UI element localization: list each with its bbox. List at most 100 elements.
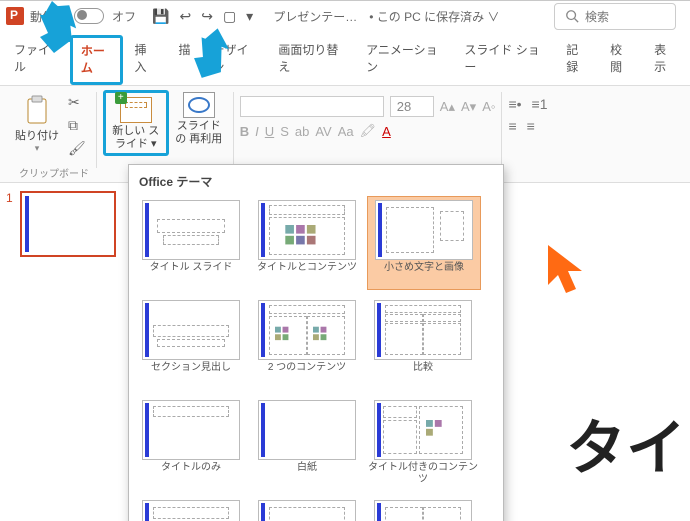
change-case-icon[interactable]: Aa <box>338 124 354 139</box>
layout-option-4[interactable]: 2 つのコンテンツ <box>251 296 363 390</box>
font-group: 28 A▴ A▾ A◦ B I U S ab AV Aa 🖍 A <box>240 96 496 139</box>
ribbon-tabs: ファイル ホーム 挿入 描 デザイン 画面切り替え アニメーション スライド シ… <box>0 31 690 86</box>
layout-thumb <box>258 200 356 260</box>
layout-thumb <box>258 500 356 521</box>
tab-insert[interactable]: 挿入 <box>125 35 167 85</box>
tab-view[interactable]: 表示 <box>644 35 686 85</box>
reuse-slides-button[interactable]: スライドの 再利用 <box>171 90 227 148</box>
search-icon <box>565 9 579 23</box>
group-separator-2 <box>233 92 234 168</box>
slide-thumbnails-pane[interactable]: 1 <box>0 183 133 521</box>
align-left-icon[interactable]: ≡ <box>508 118 516 134</box>
highlight-box-newslide: + 新しい スライド ▾ <box>103 90 169 156</box>
font-family-select[interactable] <box>240 96 384 117</box>
layout-label: タイトル スライド <box>150 262 233 286</box>
spacing-icon[interactable]: AV <box>315 124 331 139</box>
layout-option-1[interactable]: タイトルとコンテンツ <box>251 196 363 290</box>
layout-label: タイトルとコンテンツ <box>257 262 357 286</box>
layout-option-10[interactable] <box>251 496 363 521</box>
layout-thumb <box>142 200 240 260</box>
format-painter-icon[interactable]: 🖌 <box>68 140 86 157</box>
numbering-icon[interactable]: ≡1 <box>532 96 548 112</box>
layout-option-9[interactable] <box>135 496 247 521</box>
font-color-icon[interactable]: A <box>382 124 391 139</box>
save-status[interactable]: • この PC に保存済み ∨ <box>369 8 499 25</box>
new-slide-button[interactable]: + 新しい スライド ▾ <box>108 95 164 153</box>
decrease-font-icon[interactable]: A▾ <box>461 99 476 115</box>
align-center-icon[interactable]: ≡ <box>527 118 535 134</box>
layout-label: 小さめ文字と画像 <box>384 262 464 286</box>
layout-option-5[interactable]: 比較 <box>367 296 479 390</box>
tab-review[interactable]: 校閲 <box>600 35 642 85</box>
layout-option-3[interactable]: セクション見出し <box>135 296 247 390</box>
layout-thumb <box>258 400 356 460</box>
title-bar: 動保存 オフ 💾 ↩ ↪ ▢ ▾ プレゼンテー… • この PC に保存済み ∨… <box>0 1 690 31</box>
layout-thumb <box>142 400 240 460</box>
annotation-arrow-newslide <box>184 27 234 83</box>
qat-dropdown-icon[interactable]: ▾ <box>246 8 253 25</box>
autosave-state: オフ <box>112 8 136 25</box>
clear-format-icon[interactable]: A◦ <box>482 99 495 114</box>
new-slide-layout-dropdown: Office テーマ タイトル スライドタイトルとコンテンツ 小さめ文字と画像セク… <box>128 164 504 521</box>
highlight-box-home: ホーム <box>70 35 123 85</box>
tab-animations[interactable]: アニメーション <box>356 35 452 85</box>
paste-label: 貼り付け <box>15 127 59 143</box>
layout-option-8[interactable]: タイトル付きのコンテンツ <box>367 396 479 490</box>
layout-label: 2 つのコンテンツ <box>268 362 346 386</box>
bullets-icon[interactable]: ≡• <box>508 96 521 112</box>
layout-option-0[interactable]: タイトル スライド <box>135 196 247 290</box>
copy-icon[interactable]: ⧉ <box>68 117 86 134</box>
group-separator-3 <box>501 92 502 168</box>
tab-slideshow[interactable]: スライド ショー <box>454 35 554 85</box>
highlight-icon[interactable]: 🖍 <box>360 123 377 139</box>
layout-thumb <box>142 300 240 360</box>
thumbnail-row[interactable]: 1 <box>6 191 126 257</box>
group-separator <box>96 92 97 168</box>
autosave-toggle[interactable] <box>74 8 104 24</box>
dropdown-theme-title: Office テーマ <box>135 171 497 196</box>
layout-label: タイトル付きのコンテンツ <box>367 462 479 486</box>
redo-icon[interactable]: ↪ <box>201 8 213 25</box>
slide-thumbnail-1[interactable] <box>20 191 116 257</box>
title-placeholder-text[interactable]: タイ <box>566 400 686 487</box>
clipboard-group-label: クリップボード <box>0 165 108 180</box>
search-placeholder: 検索 <box>585 8 609 25</box>
undo-icon[interactable]: ↩ <box>179 8 191 25</box>
strikethrough-icon[interactable]: S <box>280 124 289 139</box>
clipboard-icon <box>24 95 50 125</box>
document-name: プレゼンテー… <box>273 8 357 25</box>
layout-label: 白紙 <box>297 462 317 486</box>
font-size-select[interactable]: 28 <box>390 96 434 117</box>
layout-label: 比較 <box>413 362 433 386</box>
layout-thumb <box>375 200 473 260</box>
search-box[interactable]: 検索 <box>554 3 676 30</box>
cut-icon[interactable]: ✂ <box>68 94 86 111</box>
quick-access-toolbar: 💾 ↩ ↪ ▢ ▾ <box>152 8 253 25</box>
italic-icon[interactable]: I <box>255 124 259 139</box>
layout-thumb <box>374 500 472 521</box>
present-icon[interactable]: ▢ <box>223 8 236 25</box>
tab-record[interactable]: 記録 <box>556 35 598 85</box>
new-slide-icon: + <box>120 97 152 123</box>
increase-font-icon[interactable]: A▴ <box>440 99 455 115</box>
layout-option-7[interactable]: 白紙 <box>251 396 363 490</box>
layout-option-11[interactable] <box>367 496 479 521</box>
shadow-icon[interactable]: ab <box>295 124 309 139</box>
app-window: 動保存 オフ 💾 ↩ ↪ ▢ ▾ プレゼンテー… • この PC に保存済み ∨… <box>0 0 690 521</box>
layout-gallery: タイトル スライドタイトルとコンテンツ 小さめ文字と画像セクション見出し 2 つのコ… <box>135 196 497 521</box>
layout-option-6[interactable]: タイトルのみ <box>135 396 247 490</box>
layout-option-2[interactable]: 小さめ文字と画像 <box>367 196 481 290</box>
save-icon[interactable]: 💾 <box>152 8 169 25</box>
paragraph-group: ≡• ≡1 ≡ ≡ <box>508 96 547 134</box>
reuse-slides-icon <box>183 92 215 118</box>
new-slide-label: 新しい スライド ▾ <box>110 125 162 151</box>
layout-thumb <box>374 400 472 460</box>
powerpoint-app-icon <box>6 7 24 25</box>
bold-icon[interactable]: B <box>240 124 249 139</box>
layout-label: タイトルのみ <box>161 462 221 486</box>
underline-icon[interactable]: U <box>265 124 274 139</box>
tab-home[interactable]: ホーム <box>75 40 118 78</box>
tab-transitions[interactable]: 画面切り替え <box>268 35 354 85</box>
annotation-cursor-icon <box>546 243 592 299</box>
paste-button[interactable]: 貼り付け ▾ <box>10 90 64 159</box>
